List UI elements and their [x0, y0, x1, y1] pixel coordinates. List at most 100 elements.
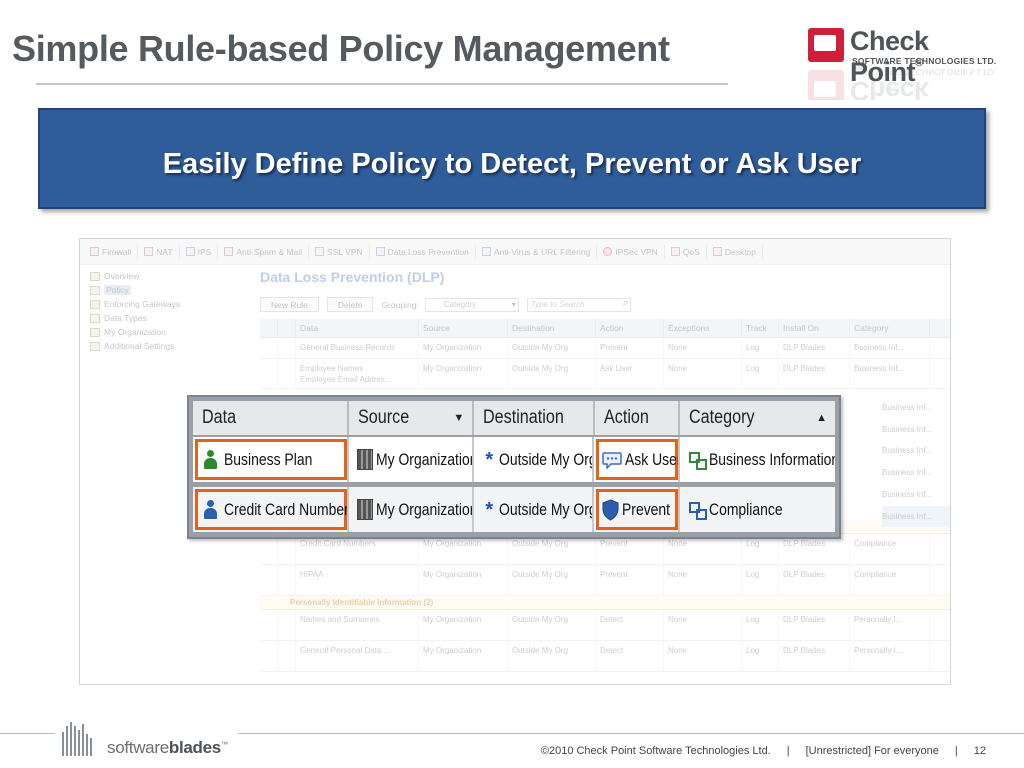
- tree-item-enforcing-gateways[interactable]: Enforcing Gateways: [90, 297, 250, 311]
- footer-divider-left: [0, 733, 55, 734]
- zoom-cell-data[interactable]: Business Plan: [193, 437, 350, 482]
- toolbar-tab-qos[interactable]: QoS: [665, 244, 707, 259]
- desktop-icon: [712, 247, 722, 256]
- zoom-cell-data[interactable]: Credit Card Numbers: [193, 487, 350, 532]
- hidden-category-column: Business Inf... Business Inf... Business…: [870, 397, 950, 528]
- tree-label: Enforcing Gateways: [104, 299, 181, 309]
- col-action[interactable]: Action: [596, 319, 664, 337]
- zoom-cell-action[interactable]: Ask User: [594, 437, 680, 482]
- zoom-row-credit-card-numbers[interactable]: Credit Card Numbers My Organization * Out…: [193, 487, 835, 532]
- zoom-cell-category[interactable]: Compliance: [680, 487, 835, 532]
- gateway-icon: [90, 299, 100, 309]
- toolbar-tab-ssl-vpn[interactable]: SSL VPN: [309, 244, 370, 259]
- tree-item-data-types[interactable]: Data Types: [90, 311, 250, 325]
- cell-destination: Outside My Org: [508, 565, 596, 595]
- toolbar-tab-anti-virus[interactable]: Anti-Virus & URL Filtering: [476, 244, 598, 259]
- toolbar-tab-nat[interactable]: NAT: [138, 244, 180, 259]
- hidden-category: Business Inf...: [882, 424, 933, 434]
- cell-text: My Organization: [376, 449, 475, 469]
- cell-source: My Organization: [419, 610, 508, 640]
- organization-icon: [90, 327, 100, 337]
- toolbar-label: SSL VPN: [327, 246, 363, 257]
- col-exceptions[interactable]: Exceptions: [664, 319, 742, 337]
- col-install-on[interactable]: Install On: [779, 319, 850, 337]
- ipsec-icon: [603, 247, 613, 256]
- zoom-cell-action[interactable]: Prevent: [594, 487, 680, 532]
- zoom-cell-destination[interactable]: * Outside My Org: [474, 437, 595, 482]
- zoom-header-label: Destination: [483, 407, 565, 428]
- cell-install-on: DLP Blades: [779, 338, 850, 358]
- toolbar-tab-ips[interactable]: IPS: [180, 244, 219, 259]
- zoom-col-action[interactable]: Action: [595, 401, 680, 435]
- toolbar-tab-desktop[interactable]: Desktop: [707, 244, 764, 259]
- col-data[interactable]: Data: [296, 319, 419, 337]
- zoom-cell-destination[interactable]: * Outside My Org: [474, 487, 595, 532]
- table-row[interactable]: HIPAA My Organization Outside My Org Pre…: [260, 565, 950, 596]
- tree-item-additional-settings[interactable]: Additional Settings: [90, 339, 250, 353]
- cell: [278, 565, 296, 595]
- dropdown-arrow-icon[interactable]: ▼: [453, 412, 464, 424]
- sort-ascending-icon[interactable]: ▲: [816, 412, 827, 424]
- toolbar-label: Anti-Spam & Mail: [236, 246, 303, 257]
- cell-action: Ask User: [596, 359, 664, 388]
- col-flag[interactable]: [260, 319, 278, 337]
- cell-category: Compliance: [850, 565, 930, 595]
- cell-exceptions: None: [664, 565, 742, 595]
- col-sort[interactable]: [278, 319, 296, 337]
- table-row[interactable]: Names and Surnames My Organization Outsi…: [260, 610, 950, 641]
- zoom-col-data[interactable]: Data: [193, 401, 350, 435]
- zoom-cell-source[interactable]: My Organization: [349, 487, 475, 532]
- cell-data: Names and Surnames: [296, 610, 419, 640]
- cell-source: My Organization: [419, 338, 508, 358]
- zoom-col-source[interactable]: Source ▼: [349, 401, 475, 435]
- cell-text: Business Plan: [224, 449, 313, 469]
- cell-install-on: DLP Blades: [779, 565, 850, 595]
- tree-item-my-organization[interactable]: My Organization: [90, 325, 250, 339]
- col-category[interactable]: Category: [850, 319, 930, 337]
- toolbar-tab-anti-spam[interactable]: Anti-Spam & Mail: [218, 244, 310, 259]
- asterisk-icon: *: [485, 448, 494, 471]
- table-row[interactable]: Employee Names Employee Email Addres... M…: [260, 359, 950, 389]
- zoom-cell-source[interactable]: My Organization: [349, 437, 475, 482]
- footer-separator: |: [786, 745, 790, 757]
- navigation-tree: Overview Policy Enforcing Gateways Data …: [90, 269, 250, 353]
- building-icon: [357, 499, 374, 520]
- tree-label: Policy: [104, 285, 131, 295]
- col-destination[interactable]: Destination: [508, 319, 596, 337]
- search-input[interactable]: Type to Search: [526, 297, 631, 312]
- toolbar-tab-dlp[interactable]: Data Loss Prevention: [370, 244, 476, 259]
- zoom-col-category[interactable]: Category ▲: [680, 401, 835, 435]
- firewall-icon: [90, 247, 99, 256]
- col-source[interactable]: Source: [419, 319, 508, 337]
- cell-source: My Organization: [419, 641, 508, 671]
- cell-text: Ask User: [625, 449, 680, 469]
- slide-title: Simple Rule-based Policy Management: [12, 28, 670, 69]
- hidden-category: Business Inf...: [882, 489, 933, 499]
- footer-copyright: ©2010 Check Point Software Technologies …: [540, 745, 771, 757]
- toolbar-tab-ipsec-vpn[interactable]: IPSec VPN: [597, 244, 665, 259]
- tree-item-overview[interactable]: Overview: [90, 269, 250, 283]
- cell-text: Compliance: [708, 499, 783, 519]
- tree-item-policy[interactable]: Policy: [90, 283, 250, 297]
- grouping-select[interactable]: Category: [424, 297, 519, 312]
- tree-label: Additional Settings: [104, 341, 175, 351]
- cell-text: Business Information: [708, 449, 835, 469]
- zoom-row-business-plan[interactable]: Business Plan My Organization * Outside M…: [193, 437, 835, 482]
- zoom-cell-category[interactable]: Business Information: [680, 437, 835, 482]
- banner-text: Easily Define Policy to Detect, Prevent …: [162, 148, 862, 180]
- group-header-pii[interactable]: Personally Identifiable Information (2): [260, 596, 950, 610]
- table-row[interactable]: General Personal Data ... My Organizatio…: [260, 641, 950, 672]
- toolbar-tab-firewall[interactable]: Firewall: [84, 244, 139, 259]
- cell-text: My Organization: [376, 499, 475, 519]
- table-row[interactable]: General Business Records My Organization…: [260, 338, 950, 359]
- cell-destination: Outside My Org: [508, 641, 596, 671]
- zoom-col-destination[interactable]: Destination: [474, 401, 595, 435]
- check-point-logo: Check Point® SOFTWARE TECHNOLOGIES LTD. …: [808, 26, 998, 101]
- cell-text: Credit Card Numbers: [224, 499, 350, 519]
- col-track[interactable]: Track: [742, 319, 779, 337]
- delete-button[interactable]: Delete: [326, 297, 374, 312]
- new-rule-button[interactable]: New Rule: [260, 297, 319, 312]
- toolbar-label: NAT: [156, 246, 173, 257]
- shield-icon: [602, 498, 619, 521]
- footer-text: ©2010 Check Point Software Technologies …: [533, 745, 994, 757]
